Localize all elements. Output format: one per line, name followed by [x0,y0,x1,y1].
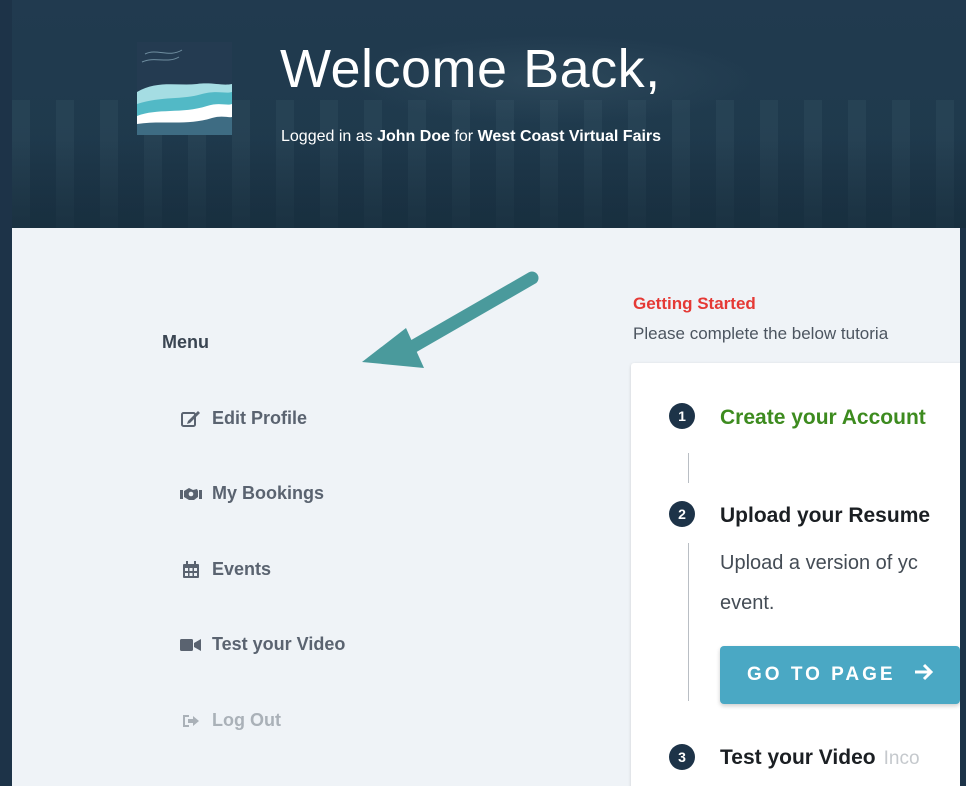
menu-item-my-bookings[interactable]: My Bookings [180,483,324,504]
step-description: event. [720,592,775,614]
step-number-circle: 3 [669,744,695,770]
menu-item-test-your-video[interactable]: Test your Video [180,634,345,655]
menu-item-label: Events [212,559,272,579]
video-camera-icon [180,635,202,655]
logged-mid: for [454,128,474,145]
arrow-right-icon [914,663,934,687]
step-description: Upload a version of yc [720,552,918,574]
menu-item-label: Log Out [212,710,281,730]
handshake-icon [180,484,202,504]
app-frame: Welcome Back, Logged in as John Doe for … [0,0,966,786]
menu-title: Menu [162,332,209,352]
getting-started-title: Getting Started [633,294,756,313]
go-to-page-label: GO TO PAGE [747,664,896,685]
step-connector [688,453,689,483]
step-number-circle: 1 [669,403,695,429]
pointer-arrow-icon [362,271,539,368]
edit-icon [180,409,202,429]
brand-logo [137,42,232,135]
header-background-shade [12,140,966,228]
step-title: Test your Video [720,746,876,769]
welcome-heading: Welcome Back, [280,39,661,99]
main-content: Menu Edit Profile My Bookings Events Tes… [12,228,960,786]
menu-item-label: Test your Video [212,634,346,654]
menu-item-log-out[interactable]: Log Out [180,710,281,731]
go-to-page-button[interactable]: GO TO PAGE [720,646,960,704]
menu-item-edit-profile[interactable]: Edit Profile [180,408,307,429]
step-status: Inco [883,748,920,769]
step-title: Upload your Resume [720,504,931,527]
sign-out-icon [180,711,202,731]
getting-started-subtitle: Please complete the below tutoria [633,324,889,343]
tutorial-steps-card: 1 Create your Account 2 Upload your Resu… [631,363,960,786]
menu-item-label: Edit Profile [212,408,308,428]
step-title-row: Test your Video Inco [720,746,920,770]
step-number-circle: 2 [669,501,695,527]
organization-name: West Coast Virtual Fairs [477,128,662,145]
step-title: Create your Account [720,406,926,429]
logged-in-text: Logged in as John Doe for West Coast Vir… [281,128,661,146]
menu-item-label: My Bookings [212,483,325,503]
logged-prefix: Logged in as [281,128,373,145]
user-name: John Doe [377,128,450,145]
step-connector [688,543,689,701]
menu-item-events[interactable]: Events [180,559,271,580]
wave-logo-icon [137,42,232,135]
calendar-icon [180,560,202,580]
